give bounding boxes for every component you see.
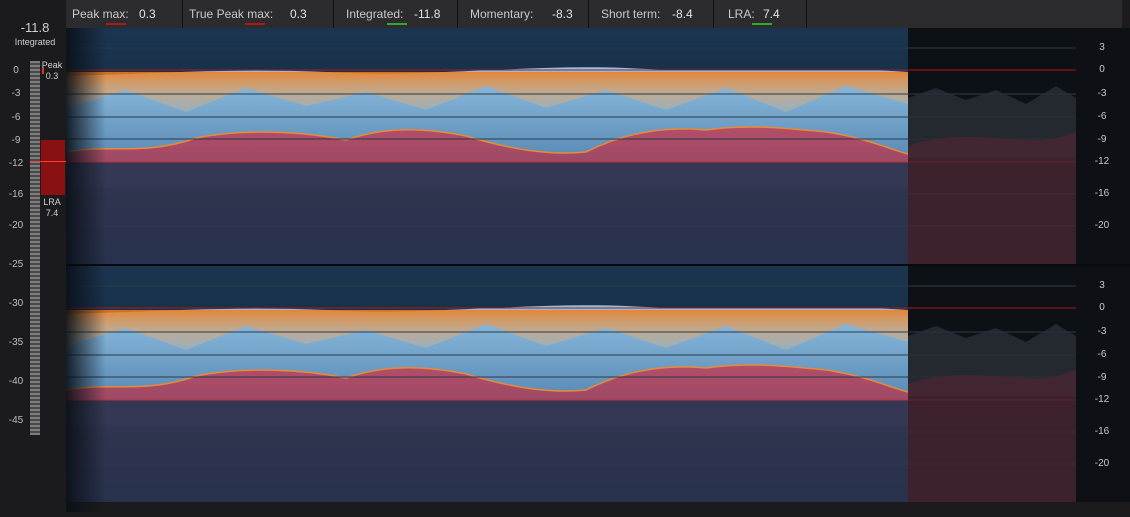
graph-scale-label: -12 [1094,394,1110,405]
lra-range-bar [41,140,65,195]
stat-lra[interactable]: LRA: 7.4 [714,0,807,28]
graph-scale-label: -6 [1097,349,1107,360]
stat-value: -11.8 [414,7,441,21]
meter-scale-label: -30 [8,298,24,309]
loudness-meter-panel: -11.8 Integrated 0 -3 -6 -9 -12 -16 -20 … [0,0,66,512]
integrated-label: Integrated [14,37,56,47]
meter-scale-label: -3 [11,88,21,99]
meter-scale-label: 0 [13,65,19,76]
graph-scale-label: -16 [1094,426,1110,437]
graph-scale-label: 0 [1099,64,1105,75]
stat-label: Momentary: [470,7,534,21]
meter-scale-label: -20 [8,220,24,231]
stat-label: LRA: [728,7,755,21]
graph-scale-label: -3 [1097,326,1107,337]
graph-scale-label: 3 [1099,280,1105,291]
lra-label: LRA [43,197,61,207]
graph-scale-label: -20 [1094,458,1110,469]
meter-scale-label: -6 [11,112,21,123]
stat-short-term[interactable]: Short term: -8.4 [589,0,714,28]
stat-value: -8.4 [672,7,693,21]
meter-scale-label: -9 [11,135,21,146]
graph-scale-label: -3 [1097,88,1107,99]
stat-label: Integrated: [346,7,404,21]
integrated-value: -11.8 [20,20,50,35]
stat-label: True Peak max: [189,7,274,21]
indicator-red [245,23,265,25]
stats-bar: Peak max: 0.3 True Peak max: 0.3 Integra… [66,0,1122,29]
meter-scale-label: -16 [8,189,24,200]
graph-scale-label: -9 [1097,134,1107,145]
meter-scale-label: -25 [8,259,24,270]
graph-scale-label: -9 [1097,372,1107,383]
loudness-history-graph[interactable] [65,28,1130,517]
graph-scale-label: -20 [1094,220,1110,231]
stat-integrated[interactable]: Integrated: -11.8 [334,0,458,28]
stat-value: 0.3 [290,7,307,21]
stat-momentary[interactable]: Momentary: -8.3 [458,0,589,28]
channel-pane-top [65,28,1130,264]
peak-label: Peak [41,60,63,70]
stat-value: 7.4 [763,7,780,21]
graph-scale-label: -16 [1094,188,1110,199]
stat-true-peak-max[interactable]: True Peak max: 0.3 [183,0,334,28]
indicator-green [752,23,772,25]
integrated-marker [30,161,66,162]
meter-scale-label: -45 [8,415,24,426]
lra-value: 7.4 [45,208,59,218]
graph-scale-label: 3 [1099,42,1105,53]
stat-value: -8.3 [552,7,573,21]
stat-value: 0.3 [139,7,156,21]
meter-scale-label: -35 [8,337,24,348]
meter-scale-label: -12 [8,158,24,169]
graph-scale-label: -6 [1097,111,1107,122]
history-svg [65,28,1130,512]
peak-value: 0.3 [45,71,59,81]
level-meter-bar [30,61,40,435]
stat-peak-max[interactable]: Peak max: 0.3 [66,0,183,28]
graph-scale-label: 0 [1099,302,1105,313]
channel-pane-bottom [65,266,1130,502]
indicator-red [106,23,126,25]
indicator-green [387,23,407,25]
stat-label: Peak max: [72,7,129,21]
graph-scale-label: -12 [1094,156,1110,167]
meter-scale-label: -40 [8,376,24,387]
stat-label: Short term: [601,7,661,21]
